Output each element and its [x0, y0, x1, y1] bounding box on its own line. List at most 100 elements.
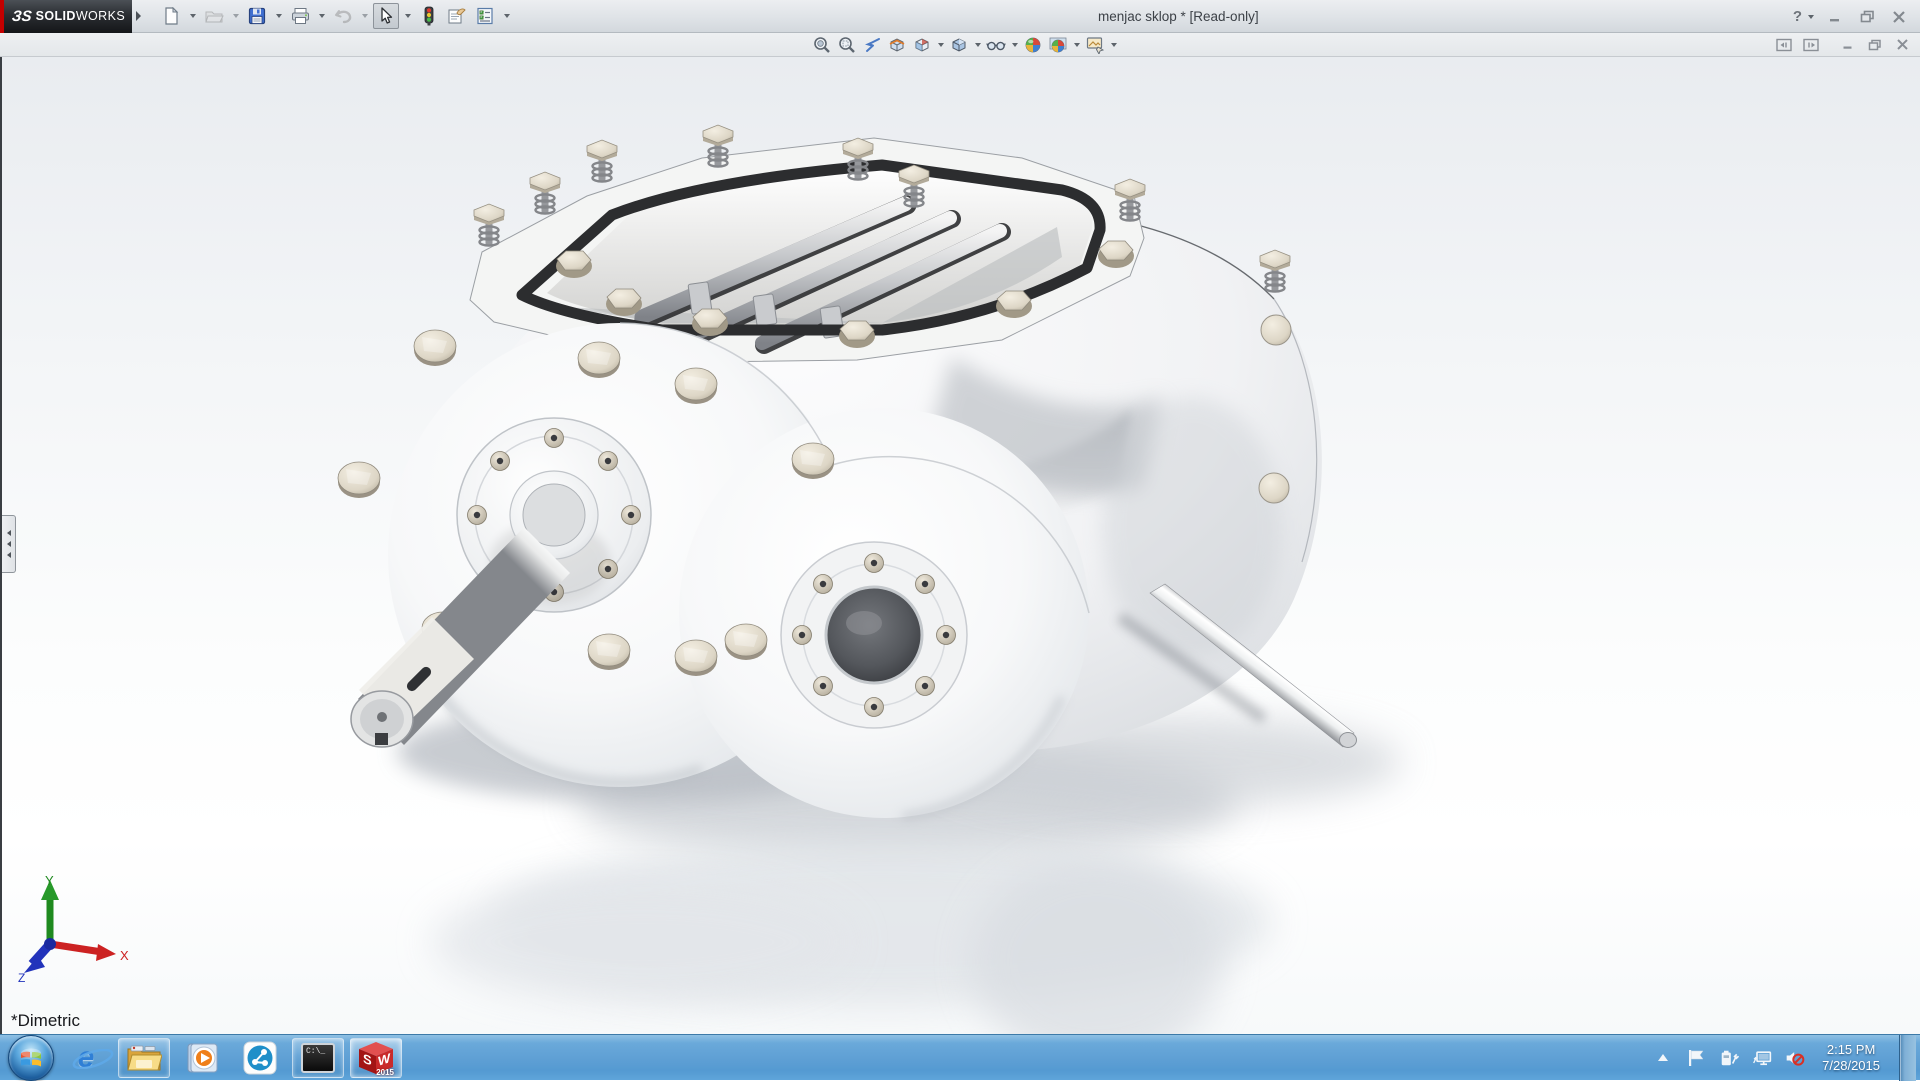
view-orientation-dropdown[interactable] [935, 34, 946, 55]
zoom-to-area-icon [838, 36, 856, 54]
power-battery-button[interactable] [1719, 1046, 1739, 1070]
restore-button[interactable] [1856, 7, 1878, 27]
output-hub[interactable] [781, 542, 967, 728]
help-button[interactable]: ? [1793, 8, 1802, 25]
document-close-icon [1896, 39, 1909, 50]
taskbar-items: e [0, 1035, 402, 1081]
collapse-pane-button[interactable] [1774, 36, 1794, 53]
sw-letter-s: S [363, 1050, 372, 1068]
eyeglasses-icon [986, 36, 1006, 54]
previous-view-button[interactable] [860, 34, 884, 55]
view-settings-dropdown[interactable] [1108, 34, 1119, 55]
options-dropdown[interactable] [500, 3, 513, 29]
taskbar-windows-explorer[interactable] [118, 1038, 170, 1078]
display-style-cube-icon [950, 36, 968, 54]
apply-scene-button[interactable] [1046, 34, 1070, 55]
previous-view-icon [863, 36, 882, 54]
file-properties-button[interactable] [444, 3, 470, 29]
flyout-arrow-icon [136, 11, 141, 21]
document-minimize-button[interactable] [1838, 36, 1858, 53]
flag-icon [1686, 1048, 1706, 1068]
taskbar-solidworks[interactable]: S W 2015 [350, 1038, 402, 1078]
taskbar-media-player[interactable] [176, 1038, 228, 1078]
document-restore-icon [1868, 39, 1882, 51]
view-orientation-label: *Dimetric [11, 1011, 80, 1031]
start-button[interactable] [8, 1035, 54, 1081]
appearance-ball-icon [1024, 36, 1042, 54]
edit-appearance-button[interactable] [1021, 34, 1045, 55]
open-button[interactable] [201, 3, 227, 29]
expand-pane-button[interactable] [1801, 36, 1821, 53]
select-button[interactable] [373, 3, 399, 29]
minimize-icon [1828, 11, 1842, 23]
section-view-button[interactable] [885, 34, 909, 55]
triad-x-label: X [120, 948, 129, 963]
reference-triad: Y X Z [16, 872, 136, 982]
gearbox-model[interactable] [2, 57, 1920, 1034]
triad-y-label: Y [45, 873, 54, 888]
taskbar-share-app[interactable] [234, 1038, 286, 1078]
apply-scene-dropdown[interactable] [1071, 34, 1082, 55]
action-center-button[interactable] [1686, 1046, 1706, 1070]
taskbar-internet-explorer[interactable]: e [60, 1038, 112, 1078]
solidworks-logo-glyph: ЗS [11, 8, 32, 25]
internet-explorer-icon: e [78, 1043, 95, 1073]
clock-time: 2:15 PM [1822, 1042, 1880, 1058]
document-restore-button[interactable] [1865, 36, 1885, 53]
close-icon [1892, 11, 1906, 23]
print-button[interactable] [287, 3, 313, 29]
windows-flag-icon [19, 1047, 43, 1069]
graphics-area[interactable]: Y X Z *Dimetric [0, 57, 1920, 1034]
save-button[interactable] [244, 3, 270, 29]
menu-flyout-arrow[interactable] [132, 0, 144, 33]
apply-scene-ball-icon [1049, 36, 1067, 54]
display-style-dropdown[interactable] [972, 34, 983, 55]
titlebar: ЗS SOLIDWORKS [0, 0, 1920, 33]
close-button[interactable] [1888, 7, 1910, 27]
undo-dropdown[interactable] [358, 3, 371, 29]
document-title: menjac sklop * [Read-only] [1098, 0, 1259, 33]
heads-up-view-toolbar [810, 33, 1119, 56]
view-orientation-button[interactable] [910, 34, 934, 55]
volume-muted-icon [1785, 1048, 1805, 1068]
solidworks-logo: ЗS SOLIDWORKS [0, 0, 132, 33]
display-style-button[interactable] [947, 34, 971, 55]
taskbar-clock[interactable]: 2:15 PM 7/28/2015 [1822, 1042, 1880, 1074]
taskbar-command-prompt[interactable]: C:\_ [292, 1038, 344, 1078]
show-desktop-button[interactable] [1899, 1035, 1916, 1081]
document-minimize-icon [1842, 39, 1855, 50]
save-dropdown[interactable] [272, 3, 285, 29]
rebuild-button[interactable] [416, 3, 442, 29]
clock-date: 7/28/2015 [1822, 1058, 1880, 1074]
print-dropdown[interactable] [315, 3, 328, 29]
minimize-button[interactable] [1824, 7, 1846, 27]
help-dropdown[interactable] [1808, 15, 1814, 19]
network-button[interactable] [1752, 1046, 1772, 1070]
view-settings-button[interactable] [1083, 34, 1107, 55]
main-toolbar [158, 3, 513, 29]
window-controls: ? [1793, 0, 1910, 33]
media-player-icon [185, 1041, 219, 1075]
zoom-to-fit-button[interactable] [810, 34, 834, 55]
file-properties-icon [447, 7, 467, 25]
hide-show-items-button[interactable] [984, 34, 1008, 55]
system-tray: 2:15 PM 7/28/2015 [1653, 1035, 1920, 1081]
document-close-button[interactable] [1892, 36, 1912, 53]
zoom-to-area-button[interactable] [835, 34, 859, 55]
sw-badge-2015: 2015 [376, 1068, 394, 1077]
new-document-dropdown[interactable] [186, 3, 199, 29]
expand-arrow-icon [7, 552, 11, 558]
share-app-icon [243, 1041, 277, 1075]
undo-button[interactable] [330, 3, 356, 29]
open-dropdown[interactable] [229, 3, 242, 29]
show-hidden-icons-button[interactable] [1653, 1046, 1673, 1070]
options-button[interactable] [472, 3, 498, 29]
new-document-button[interactable] [158, 3, 184, 29]
network-monitor-icon [1752, 1048, 1772, 1068]
hide-show-items-dropdown[interactable] [1009, 34, 1020, 55]
heads-up-row [0, 33, 1920, 57]
feature-tree-collapsed-tab[interactable] [2, 515, 16, 573]
select-dropdown[interactable] [401, 3, 414, 29]
volume-button[interactable] [1785, 1046, 1805, 1070]
expand-pane-icon [1803, 38, 1819, 52]
